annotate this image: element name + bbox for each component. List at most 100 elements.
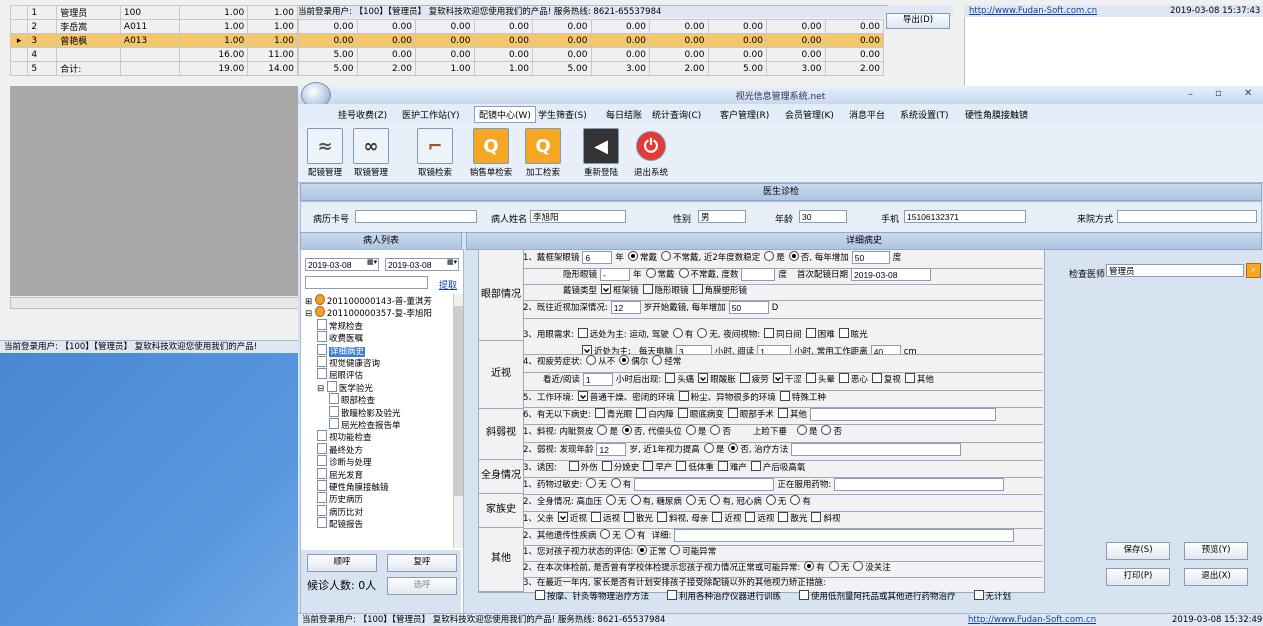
checkbox-box[interactable] [577, 391, 588, 401]
horizontal-scrollbar[interactable] [10, 297, 300, 309]
top-website-link[interactable]: http://www.Fudan-Soft.com.cn [969, 5, 1097, 17]
radio-s1_h[interactable]: 否 [817, 425, 842, 437]
checkbox-s3_a[interactable]: 外伤 [565, 461, 598, 473]
date-to-dropdown-icon[interactable]: ▦▾ [447, 258, 457, 266]
tree-item[interactable]: 收费医嘱 [317, 331, 363, 344]
print-button[interactable]: 打印(P) [1106, 568, 1170, 586]
radio-s1_a[interactable]: 是 [593, 425, 618, 437]
table-row-extra[interactable]: 5.00 2.00 1.00 1.00 5.00 3.00 2.00 5.00 3.00 2.00 [298, 61, 884, 76]
toolbar-button-5[interactable]: ◀ 重新登陆 [578, 128, 624, 178]
checkbox-r4b_i[interactable]: 其他 [901, 373, 934, 385]
radio-dot[interactable] [637, 545, 648, 555]
radio-s1_d[interactable]: 是 [682, 425, 706, 437]
radio-f2_a[interactable]: 无 [596, 529, 621, 541]
checkbox-box[interactable] [838, 373, 849, 383]
checkbox-box[interactable] [904, 373, 915, 383]
checkbox-box[interactable] [811, 512, 822, 522]
radio-dot[interactable] [788, 251, 799, 261]
radio-o2_b[interactable]: 无 [825, 561, 849, 573]
tree-item[interactable]: ⊟ 医学验光 [317, 380, 373, 394]
checkbox-f1_f[interactable]: 近视 [708, 512, 741, 524]
table-row-extra[interactable]: 0.00 0.00 0.00 0.00 0.00 0.00 0.00 0.00 0.00 0.00 [298, 19, 884, 34]
fetch-link[interactable]: 提取 [439, 278, 457, 291]
radio-dot[interactable] [597, 425, 608, 435]
search-input[interactable] [305, 276, 428, 289]
checkbox-box[interactable] [557, 512, 568, 522]
record-number-input[interactable] [355, 210, 477, 223]
radio-s1_b[interactable]: 否 [618, 425, 643, 437]
radio-dot[interactable] [790, 495, 801, 505]
menu-item-0[interactable]: 挂号收费(Z) [338, 108, 387, 121]
radio-r4a_c[interactable]: 经常 [648, 355, 681, 367]
menu-item-7[interactable]: 会员管理(K) [785, 108, 834, 121]
field-r2_val[interactable] [610, 301, 641, 314]
radio-dot[interactable] [728, 443, 739, 453]
radio-f2_b[interactable]: 有 [621, 529, 645, 541]
radio-dot[interactable] [660, 251, 671, 261]
checkbox-f1_b[interactable]: 远视 [587, 512, 620, 524]
doctor-search-icon[interactable]: ⌕ [1246, 263, 1261, 278]
patient-name-input[interactable] [530, 210, 626, 223]
tree-item[interactable]: 视觉健康咨询 [317, 356, 380, 369]
radio-dot[interactable] [821, 425, 832, 435]
radio-b1_b[interactable]: 有 [607, 478, 631, 490]
menu-item-3[interactable]: 学生筛查(S) [538, 108, 587, 121]
call-button[interactable]: 顺呼 [307, 554, 377, 572]
radio-r1b_d[interactable]: 不常戴 [675, 268, 716, 280]
checkbox-box[interactable] [750, 461, 761, 471]
checkbox-r5_c[interactable]: 特殊工种 [776, 391, 826, 403]
radio-b2_g[interactable]: 无 [762, 495, 786, 507]
date-from-dropdown-icon[interactable]: ▦▾ [367, 258, 377, 266]
menu-item-6[interactable]: 客户管理(R) [720, 108, 769, 121]
checkbox-box[interactable] [739, 373, 750, 383]
checkbox-r6_c[interactable]: 眼底病变 [674, 408, 724, 420]
phone-input[interactable] [904, 210, 1026, 223]
menu-item-2[interactable]: 配镜中心(W) [474, 106, 536, 123]
menu-item-9[interactable]: 系统设置(T) [900, 108, 949, 121]
checkbox-r4b_e[interactable]: 干涩 [769, 373, 802, 385]
checkbox-box[interactable] [677, 408, 688, 418]
checkbox-r5_b[interactable]: 粉尘、异物很多的环境 [675, 391, 776, 403]
visit-method-input[interactable] [1117, 210, 1257, 223]
sex-input[interactable] [698, 210, 746, 223]
checkbox-box[interactable] [636, 408, 647, 418]
checkbox-f1_i[interactable]: 斜视 [807, 512, 840, 524]
checkbox-box[interactable] [535, 590, 545, 600]
checkbox-box[interactable] [623, 512, 634, 522]
tree-item[interactable]: 屈眼评估 [317, 368, 363, 381]
checkbox-box[interactable] [805, 373, 816, 383]
radio-b1_a[interactable]: 无 [582, 478, 607, 490]
checkbox-box[interactable] [642, 284, 653, 294]
checkbox-f1_a[interactable]: 近视 [554, 512, 587, 524]
toolbar-button-0[interactable]: ≈ 配镜管理 [302, 128, 348, 178]
table-row[interactable]: 5 合计: 19.00 14.00 [9, 61, 298, 76]
radio-dot[interactable] [645, 268, 656, 278]
radio-dot[interactable] [710, 495, 721, 505]
radio-dot[interactable] [586, 355, 597, 365]
tree-item[interactable]: 病历比对 [317, 504, 363, 518]
radio-dot[interactable] [804, 561, 815, 571]
checkbox-r4b_h[interactable]: 复视 [868, 373, 901, 385]
tree-item[interactable]: 配镜报告 [317, 517, 363, 530]
tree-item[interactable]: 诊断与处理 [317, 455, 372, 468]
radio-dot[interactable] [828, 561, 839, 571]
checkbox-box[interactable] [667, 590, 678, 600]
checkbox-o3_a[interactable]: 按摩、针灸等物理治疗方法 [531, 590, 649, 602]
checkbox-f1_g[interactable]: 远视 [741, 512, 774, 524]
checkbox-box[interactable] [678, 391, 689, 401]
radio-o1_a[interactable]: 正常 [633, 545, 666, 557]
tree-item[interactable]: 散瞳检影及验光 [329, 405, 401, 419]
radio-r1a_f[interactable]: 是 [760, 251, 785, 263]
radio-dot[interactable] [710, 425, 721, 435]
toolbar-button-6[interactable]: ⏻ 退出系统 [628, 128, 674, 178]
radio-dot[interactable] [600, 529, 611, 539]
field-[interactable] [834, 478, 1005, 491]
field-[interactable] [634, 478, 775, 491]
radio-b2_b[interactable]: 有 [627, 495, 651, 507]
checkbox-f1_h[interactable]: 散光 [774, 512, 807, 524]
checkbox-box[interactable] [601, 461, 612, 471]
tree-item[interactable]: ⊟ 201100000357-复-李旭阳 [305, 306, 432, 319]
radio-dot[interactable] [703, 443, 714, 453]
radio-dot[interactable] [610, 478, 621, 488]
expand-icon[interactable]: ⊟ [317, 384, 327, 394]
